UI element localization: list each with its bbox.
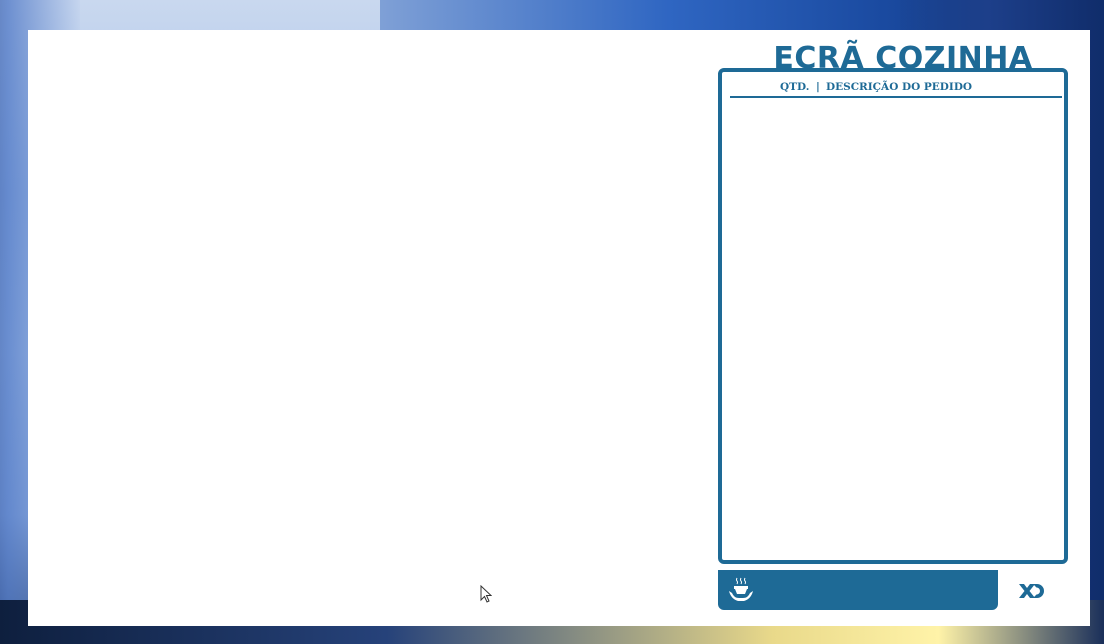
column-header-description: DESCRIÇÃO DO PEDIDO: [826, 81, 973, 93]
column-header-quantity: QTD.: [780, 81, 810, 93]
xd-logo-icon: [1019, 584, 1044, 598]
order-list-header: QTD. | DESCRIÇÃO DO PEDIDO: [730, 78, 1062, 98]
order-list-body[interactable]: [730, 102, 1060, 552]
column-header-separator: |: [816, 81, 820, 93]
serving-hands-icon[interactable]: [728, 576, 754, 604]
kitchen-screen-window: ECRÃ COZINHA QTD. | DESCRIÇÃO DO PEDIDO: [28, 30, 1090, 626]
order-list-panel: QTD. | DESCRIÇÃO DO PEDIDO: [718, 68, 1068, 564]
mouse-cursor-icon: [480, 585, 492, 603]
order-panel-footer: [718, 570, 998, 610]
